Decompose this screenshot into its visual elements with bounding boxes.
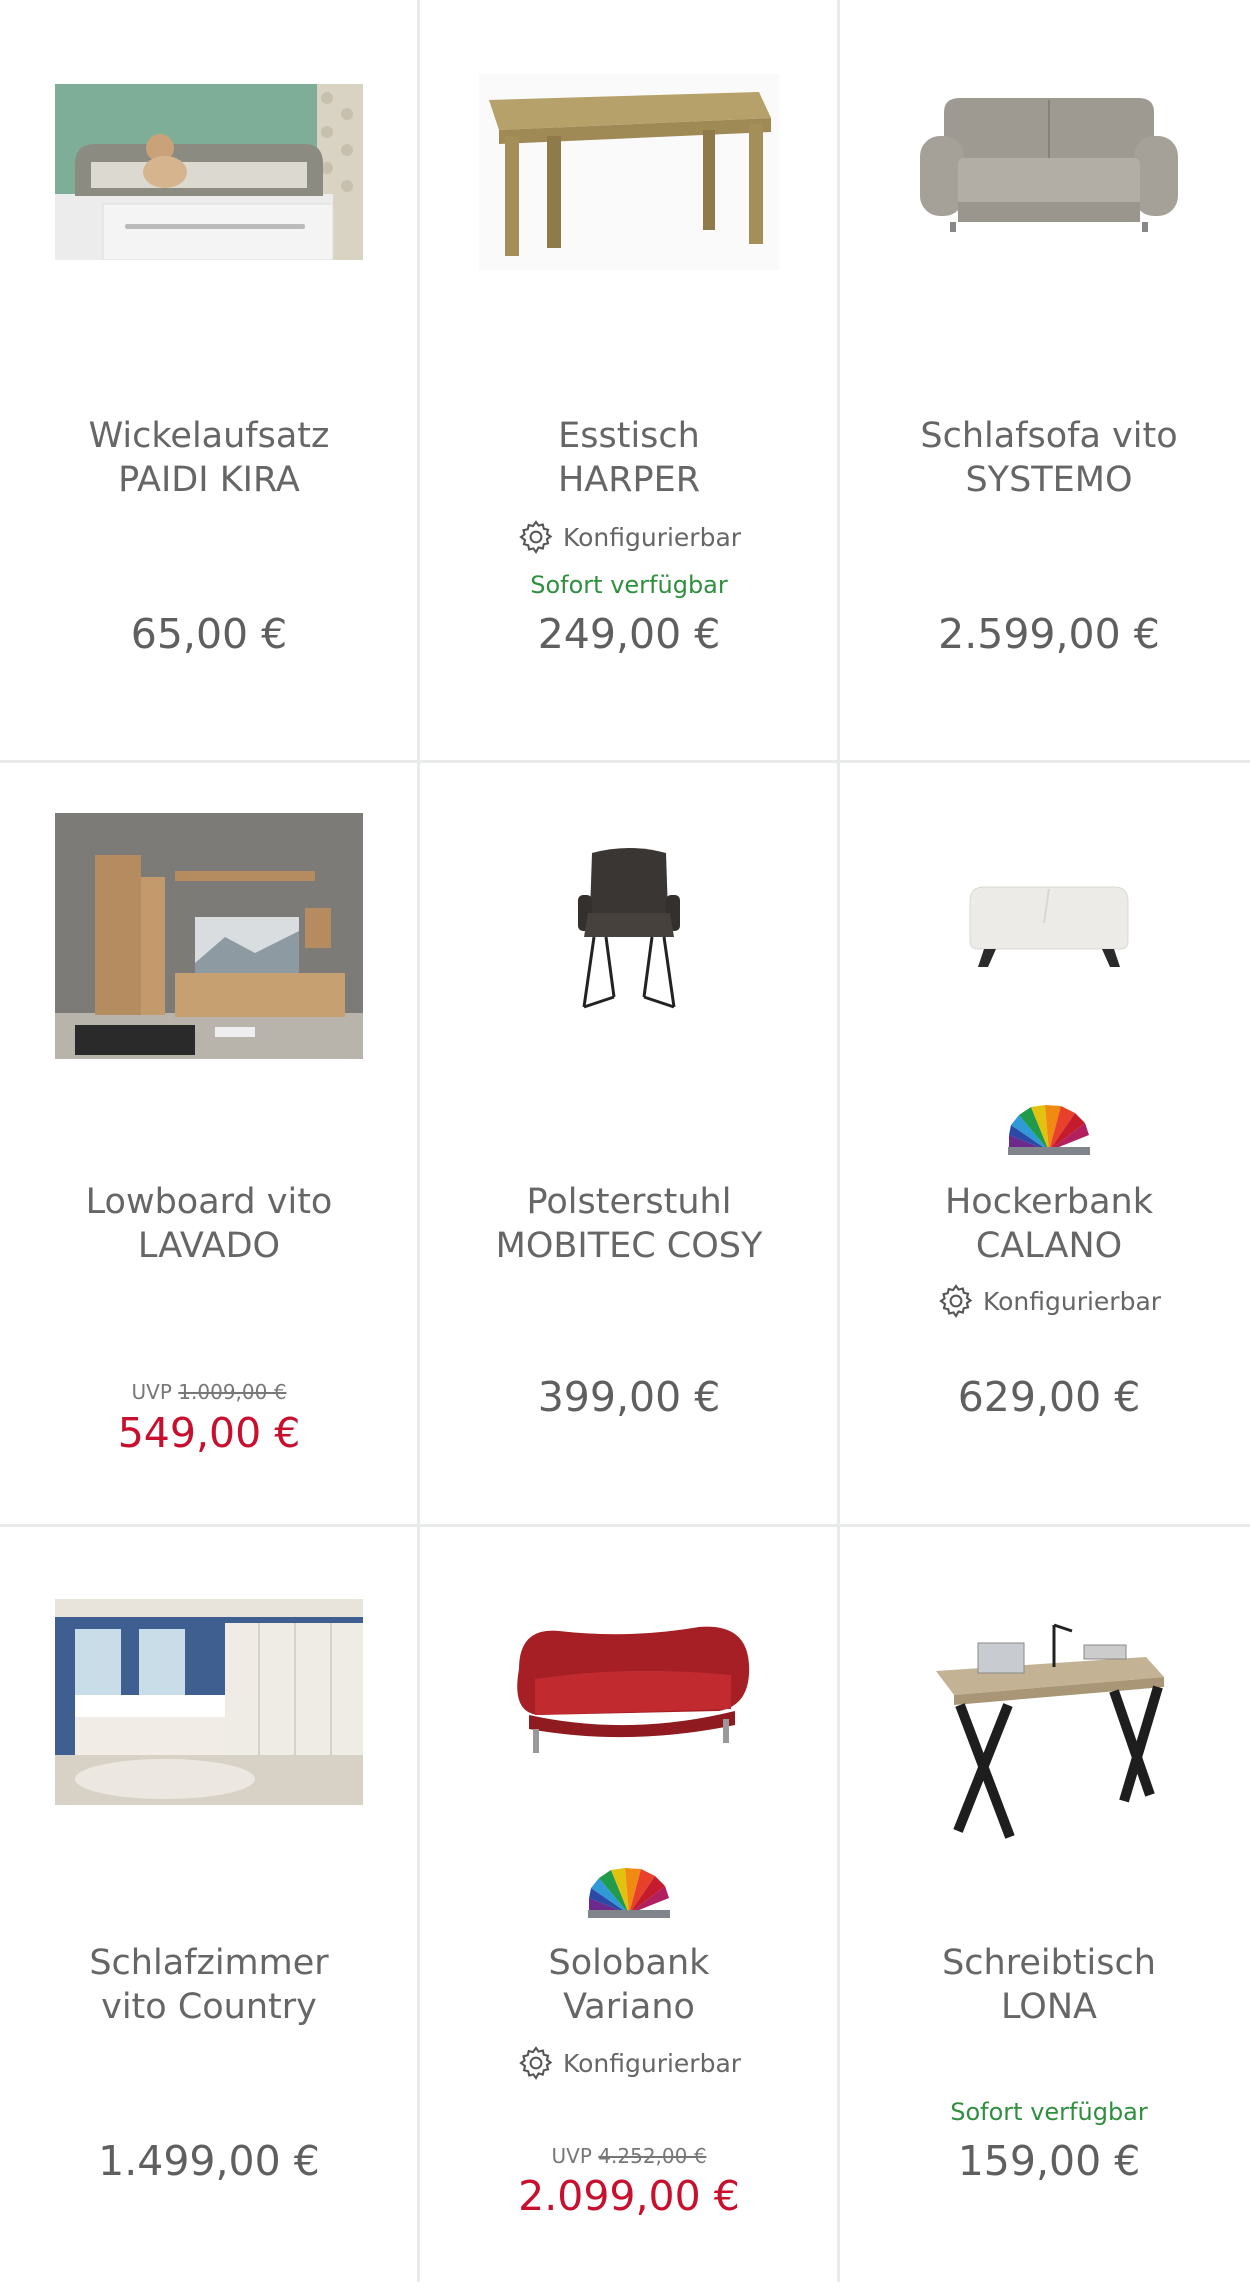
product-name[interactable]: Schlafzimmer vito Country [0, 1941, 418, 2029]
product-price: 2.099,00 € [518, 2172, 740, 2220]
product-card[interactable]: Wickelaufsatz PAIDI KIRA 65,00 € [0, 0, 418, 762]
color-fan-icon [1008, 1105, 1090, 1155]
product-card[interactable]: Schlafzimmer vito Country 1.499,00 € [0, 1527, 418, 2289]
bedroom-image [55, 1599, 363, 1805]
color-options-fan[interactable] [840, 1105, 1250, 1157]
desk-image [936, 1623, 1164, 1839]
configurable-badge: Konfigurierbar [420, 518, 838, 556]
armchair-image [578, 848, 680, 1009]
availability-label: Sofort verfügbar [950, 2098, 1148, 2126]
product-image[interactable] [0, 84, 418, 260]
product-name[interactable]: Polsterstuhl MOBITEC COSY [420, 1180, 838, 1268]
product-name[interactable]: Lowboard vito LAVADO [0, 1180, 418, 1268]
gear-icon [519, 2046, 553, 2080]
product-card[interactable]: Schlafsofa vito SYSTEMO 2.599,00 € [840, 0, 1250, 762]
product-card[interactable]: Esstisch HARPER Konfigurierbar Sofort ver… [420, 0, 838, 762]
product-name[interactable]: Esstisch HARPER [420, 414, 838, 502]
changing-table-image [55, 84, 363, 260]
sofa-bed-image [920, 98, 1178, 232]
ottoman-image [969, 886, 1129, 967]
product-image[interactable] [840, 883, 1250, 969]
product-price: 159,00 € [957, 2137, 1141, 2185]
product-name[interactable]: Schreibtisch LONA [840, 1941, 1250, 2029]
product-price: 1.499,00 € [98, 2137, 320, 2185]
gear-icon [519, 520, 553, 554]
configurable-badge: Konfigurierbar [840, 1282, 1250, 1320]
product-price: 399,00 € [537, 1373, 721, 1421]
product-price: 549,00 € [117, 1409, 301, 1457]
availability-label: Sofort verfügbar [530, 571, 728, 599]
color-options-fan[interactable] [420, 1868, 838, 1920]
product-price: 249,00 € [537, 610, 721, 658]
product-image[interactable] [0, 813, 418, 1059]
gear-icon [939, 1284, 973, 1318]
product-card[interactable]: Solobank Variano Konfigurierbar UVP 4.252… [420, 1527, 838, 2289]
uvp-price: UVP 1.009,00 € [131, 1380, 287, 1404]
product-image[interactable] [840, 92, 1250, 240]
product-name[interactable]: Solobank Variano [420, 1941, 838, 2029]
product-card[interactable]: Hockerbank CALANO Konfigurierbar 629,00 € [840, 763, 1250, 1525]
product-image[interactable] [420, 847, 838, 1013]
product-name[interactable]: Schlafsofa vito SYSTEMO [840, 414, 1250, 502]
configurable-badge: Konfigurierbar [420, 2044, 838, 2082]
product-price: 2.599,00 € [938, 610, 1160, 658]
product-image[interactable] [840, 1611, 1250, 1851]
product-card[interactable]: Polsterstuhl MOBITEC COSY 399,00 € [420, 763, 838, 1525]
product-name[interactable]: Hockerbank CALANO [840, 1180, 1250, 1268]
product-card[interactable]: Lowboard vito LAVADO UVP 1.009,00 € 549,0… [0, 763, 418, 1525]
product-image[interactable] [0, 1599, 418, 1805]
product-price: 629,00 € [957, 1373, 1141, 1421]
product-image[interactable] [420, 1619, 838, 1765]
uvp-price: UVP 4.252,00 € [551, 2144, 707, 2168]
product-card[interactable]: Schreibtisch LONA Sofort verfügbar 159,00… [840, 1527, 1250, 2289]
product-price: 65,00 € [130, 610, 288, 658]
red-bench-image [517, 1626, 750, 1753]
product-image[interactable] [420, 74, 838, 270]
product-name[interactable]: Wickelaufsatz PAIDI KIRA [0, 414, 418, 502]
product-grid: Wickelaufsatz PAIDI KIRA 65,00 € Esstisch… [0, 0, 1250, 2282]
color-fan-icon [588, 1868, 670, 1918]
dining-table-image [479, 74, 779, 270]
wall-unit-image [55, 813, 363, 1059]
